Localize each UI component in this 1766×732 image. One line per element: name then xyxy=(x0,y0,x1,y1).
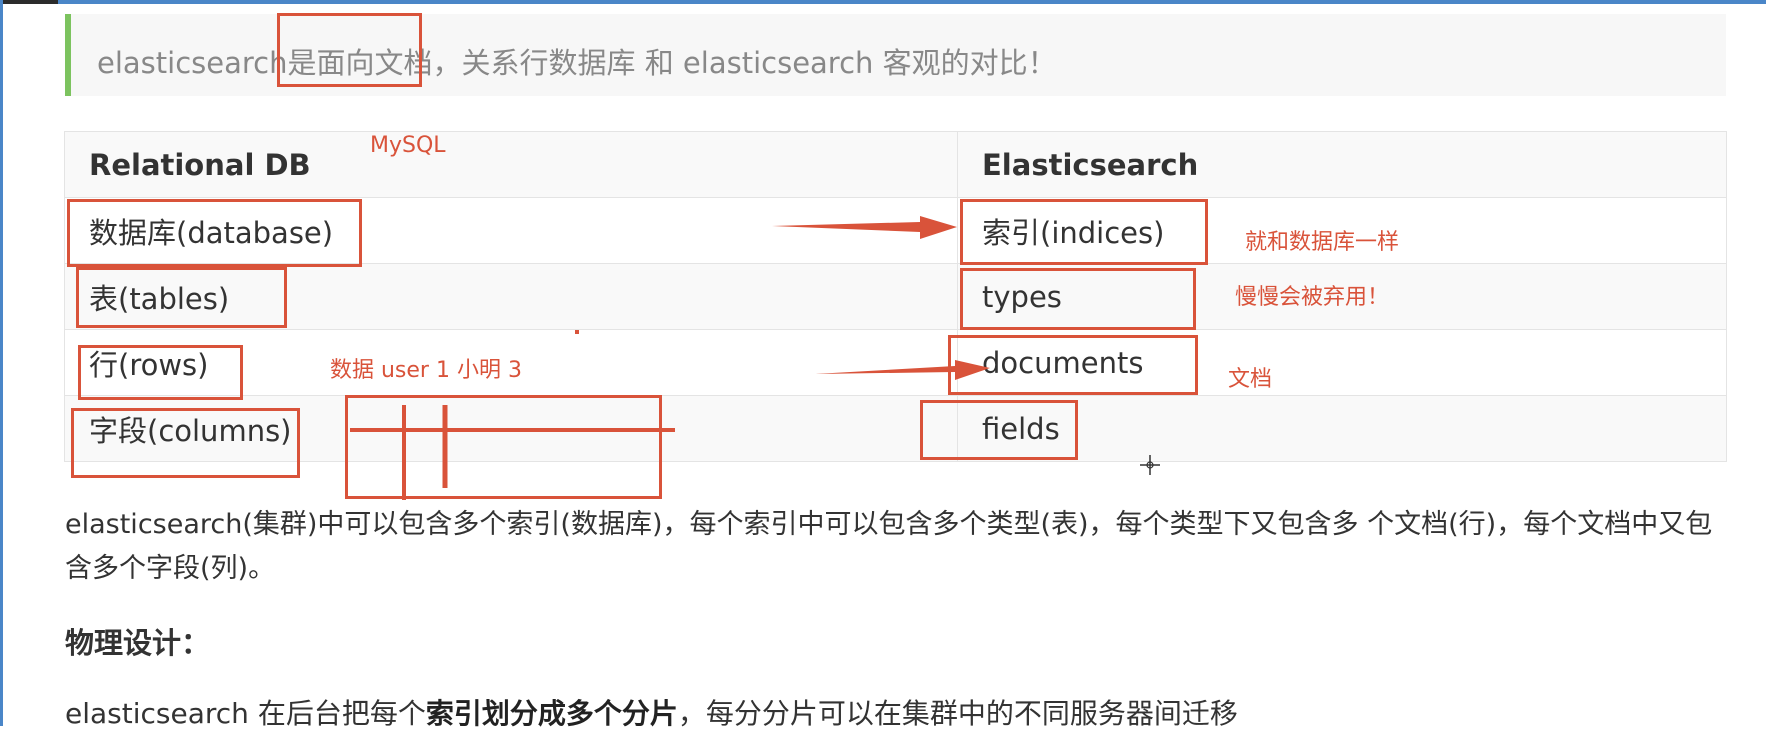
arrow-to-documents xyxy=(815,360,990,380)
sharding-prefix: elasticsearch 在后台把每个 xyxy=(65,697,426,730)
stray-dot xyxy=(575,330,579,334)
description-paragraph: elasticsearch(集群)中可以包含多个索引(数据库)，每个索引中可以包… xyxy=(65,509,1713,584)
sharding-bold: 索引划分成多个分片 xyxy=(425,697,678,730)
physical-design-heading: 物理设计： xyxy=(65,626,211,660)
annotation-overlay xyxy=(350,216,1160,500)
sharding-suffix: ，每分分片可以在集群中的不同服务器间迁移 xyxy=(677,697,1238,730)
crosshair-cursor-icon xyxy=(1140,455,1160,475)
sharding-paragraph: elasticsearch 在后台把每个索引划分成多个分片，每分分片可以在集群中… xyxy=(65,692,1238,732)
arrow-to-indices xyxy=(772,216,957,239)
